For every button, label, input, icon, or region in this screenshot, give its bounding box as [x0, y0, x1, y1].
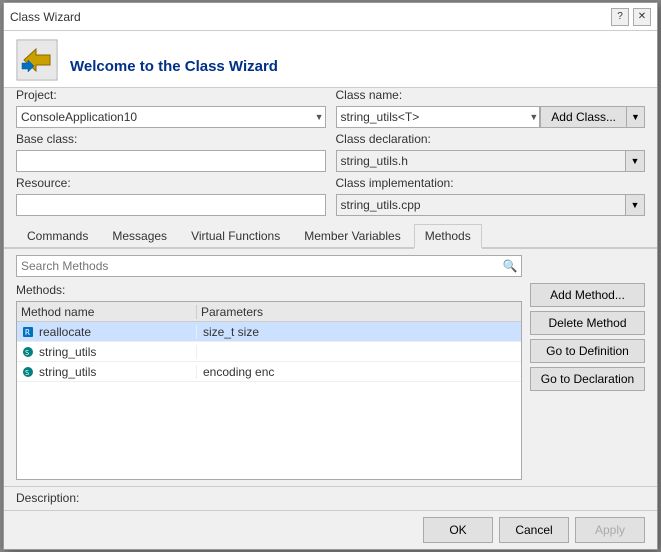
- class-decl-input-group: ▼: [336, 150, 646, 172]
- method-params-cell: encoding enc: [197, 365, 521, 379]
- description-label: Description:: [16, 491, 79, 505]
- table-header: Method name Parameters: [17, 302, 521, 322]
- method-icon-string-utils-2: S: [21, 365, 35, 379]
- search-row: 🔍: [16, 255, 522, 277]
- class-decl-input[interactable]: [336, 150, 626, 172]
- search-input[interactable]: [17, 259, 499, 273]
- class-impl-column: Class implementation: ▼: [336, 176, 646, 216]
- title-bar: Class Wizard ? ✕: [4, 3, 657, 31]
- svg-text:S: S: [25, 349, 29, 357]
- classname-select-wrapper: string_utils<T> ▼: [336, 106, 541, 128]
- svg-text:S: S: [25, 369, 29, 377]
- apply-button[interactable]: Apply: [575, 517, 645, 543]
- tab-virtual-functions[interactable]: Virtual Functions: [180, 224, 291, 247]
- dialog-title: Class Wizard: [10, 10, 81, 24]
- description-bar: Description:: [4, 486, 657, 510]
- tab-methods[interactable]: Methods: [414, 224, 482, 249]
- methods-panel: 🔍 Methods: Method name Parameters R real…: [16, 255, 522, 480]
- methods-label: Methods:: [16, 283, 522, 297]
- col-header-parameters: Parameters: [197, 305, 521, 319]
- class-decl-label: Class declaration:: [336, 132, 646, 146]
- add-method-button[interactable]: Add Method...: [530, 283, 645, 307]
- method-params-cell: size_t size: [197, 325, 521, 339]
- bottom-bar: OK Cancel Apply: [4, 510, 657, 549]
- base-class-column: Base class:: [16, 132, 326, 172]
- resource-input[interactable]: [16, 194, 326, 216]
- delete-method-button[interactable]: Delete Method: [530, 311, 645, 335]
- tab-messages[interactable]: Messages: [101, 224, 178, 247]
- methods-table: Method name Parameters R reallocate size…: [16, 301, 522, 480]
- project-column: Project: ConsoleApplication10 ▼: [16, 88, 326, 128]
- add-class-button[interactable]: Add Class...: [540, 106, 627, 128]
- method-name: string_utils: [39, 345, 96, 359]
- search-button[interactable]: 🔍: [499, 256, 521, 276]
- class-impl-dropdown-button[interactable]: ▼: [625, 194, 645, 216]
- tabs-bar: Commands Messages Virtual Functions Memb…: [4, 220, 657, 249]
- tab-commands[interactable]: Commands: [16, 224, 99, 247]
- method-icon-reallocate: R: [21, 325, 35, 339]
- class-impl-input[interactable]: [336, 194, 626, 216]
- method-name-cell: R reallocate: [17, 325, 197, 339]
- class-impl-input-group: ▼: [336, 194, 646, 216]
- wizard-title: Welcome to the Class Wizard: [70, 58, 278, 75]
- right-buttons-panel: Add Method... Delete Method Go to Defini…: [530, 255, 645, 480]
- classname-select[interactable]: string_utils<T>: [336, 106, 541, 128]
- class-wizard-dialog: Class Wizard ? ✕ Welcome to the Class Wi…: [3, 2, 658, 550]
- go-to-definition-button[interactable]: Go to Definition: [530, 339, 645, 363]
- project-select[interactable]: ConsoleApplication10: [16, 106, 326, 128]
- tab-member-variables[interactable]: Member Variables: [293, 224, 411, 247]
- resource-column: Resource:: [16, 176, 326, 216]
- ok-button[interactable]: OK: [423, 517, 493, 543]
- title-bar-buttons: ? ✕: [611, 8, 651, 26]
- table-row[interactable]: R reallocate size_t size: [17, 322, 521, 342]
- project-select-wrapper: ConsoleApplication10 ▼: [16, 106, 326, 128]
- cancel-button[interactable]: Cancel: [499, 517, 569, 543]
- classname-column: Class name: string_utils<T> ▼ Add Class.…: [336, 88, 646, 128]
- class-decl-dropdown-button[interactable]: ▼: [625, 150, 645, 172]
- help-button[interactable]: ?: [611, 8, 629, 26]
- close-button[interactable]: ✕: [633, 8, 651, 26]
- project-classname-row: Project: ConsoleApplication10 ▼ Class na…: [4, 88, 657, 132]
- go-to-declaration-button[interactable]: Go to Declaration: [530, 367, 645, 391]
- class-decl-column: Class declaration: ▼: [336, 132, 646, 172]
- method-icon-string-utils-1: S: [21, 345, 35, 359]
- col-header-method-name: Method name: [17, 305, 197, 319]
- method-name-cell: S string_utils: [17, 345, 197, 359]
- table-row[interactable]: S string_utils: [17, 342, 521, 362]
- classname-label: Class name:: [336, 88, 646, 102]
- svg-text:R: R: [25, 328, 30, 337]
- wizard-header: Welcome to the Class Wizard: [4, 31, 657, 88]
- method-name-cell: S string_utils: [17, 365, 197, 379]
- add-class-btn-group: Add Class... ▼: [540, 106, 645, 128]
- method-name: string_utils: [39, 365, 96, 379]
- base-decl-row: Base class: Class declaration: ▼: [4, 132, 657, 176]
- add-class-dropdown-button[interactable]: ▼: [627, 106, 645, 128]
- base-class-label: Base class:: [16, 132, 326, 146]
- resource-impl-row: Resource: Class implementation: ▼: [4, 176, 657, 220]
- resource-label: Resource:: [16, 176, 326, 190]
- wizard-icon: [16, 39, 58, 81]
- main-body: 🔍 Methods: Method name Parameters R real…: [4, 249, 657, 486]
- base-class-input[interactable]: [16, 150, 326, 172]
- table-row[interactable]: S string_utils encoding enc: [17, 362, 521, 382]
- classname-input-group: string_utils<T> ▼ Add Class... ▼: [336, 106, 646, 128]
- project-label: Project:: [16, 88, 326, 102]
- method-name: reallocate: [39, 325, 91, 339]
- class-impl-label: Class implementation:: [336, 176, 646, 190]
